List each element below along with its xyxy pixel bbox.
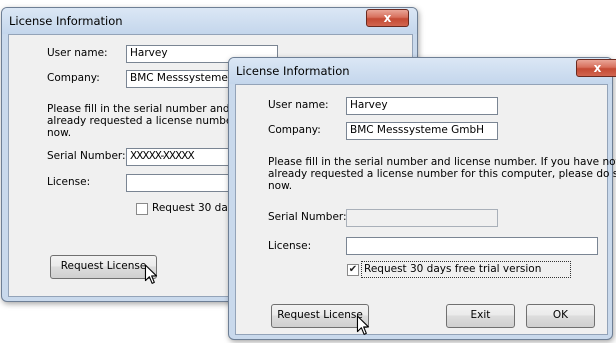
front-user-name-field[interactable]: Harvey xyxy=(346,97,498,115)
front-company-field[interactable]: BMC Messsysteme GmbH xyxy=(346,122,498,140)
front-trial-checkbox[interactable]: ✔ xyxy=(347,264,359,276)
front-ok-button[interactable]: OK xyxy=(526,304,595,328)
back-close-button[interactable]: x xyxy=(366,9,409,27)
front-serial-number-field[interactable] xyxy=(346,209,498,227)
front-title-bar: License Information x xyxy=(229,58,616,84)
front-exit-button[interactable]: Exit xyxy=(446,304,515,328)
back-serial-number-label: Serial Number: xyxy=(47,150,126,162)
back-trial-checkbox[interactable] xyxy=(136,203,148,215)
front-request-license-button[interactable]: Request License xyxy=(271,304,369,328)
back-info-line-3: now. xyxy=(47,127,72,139)
front-license-label: License: xyxy=(268,240,312,252)
back-company-label: Company: xyxy=(47,72,100,84)
front-license-dialog: License Information x User name: Harvey … xyxy=(228,57,616,340)
back-title-bar: License Information x xyxy=(2,8,417,34)
front-company-label: Company: xyxy=(268,124,321,136)
front-close-button[interactable]: x xyxy=(576,59,616,77)
back-info-line-2: already requested a license number f xyxy=(47,115,244,127)
back-info-line-1: Please fill in the serial number and lic xyxy=(47,103,245,115)
front-user-name-label: User name: xyxy=(268,99,329,111)
back-user-name-label: User name: xyxy=(47,47,108,59)
back-license-label: License: xyxy=(47,176,91,188)
front-info-line-2: already requested a license number for t… xyxy=(268,168,616,180)
front-window-title: License Information xyxy=(236,64,350,78)
back-mouse-cursor-icon xyxy=(144,264,158,284)
front-client-area: User name: Harvey Company: BMC Messsyste… xyxy=(235,84,616,335)
back-request-license-button[interactable]: Request License xyxy=(50,255,157,279)
front-info-line-3: now. xyxy=(268,180,293,192)
front-trial-checkbox-label: Request 30 days free trial version xyxy=(364,263,542,275)
front-license-field[interactable] xyxy=(346,237,598,255)
back-window-title: License Information xyxy=(9,14,123,28)
back-trial-checkbox-label: Request 30 day xyxy=(152,202,235,214)
front-info-line-1: Please fill in the serial number and lic… xyxy=(268,156,616,168)
front-mouse-cursor-icon xyxy=(356,315,370,335)
front-serial-number-label: Serial Number: xyxy=(268,211,347,223)
